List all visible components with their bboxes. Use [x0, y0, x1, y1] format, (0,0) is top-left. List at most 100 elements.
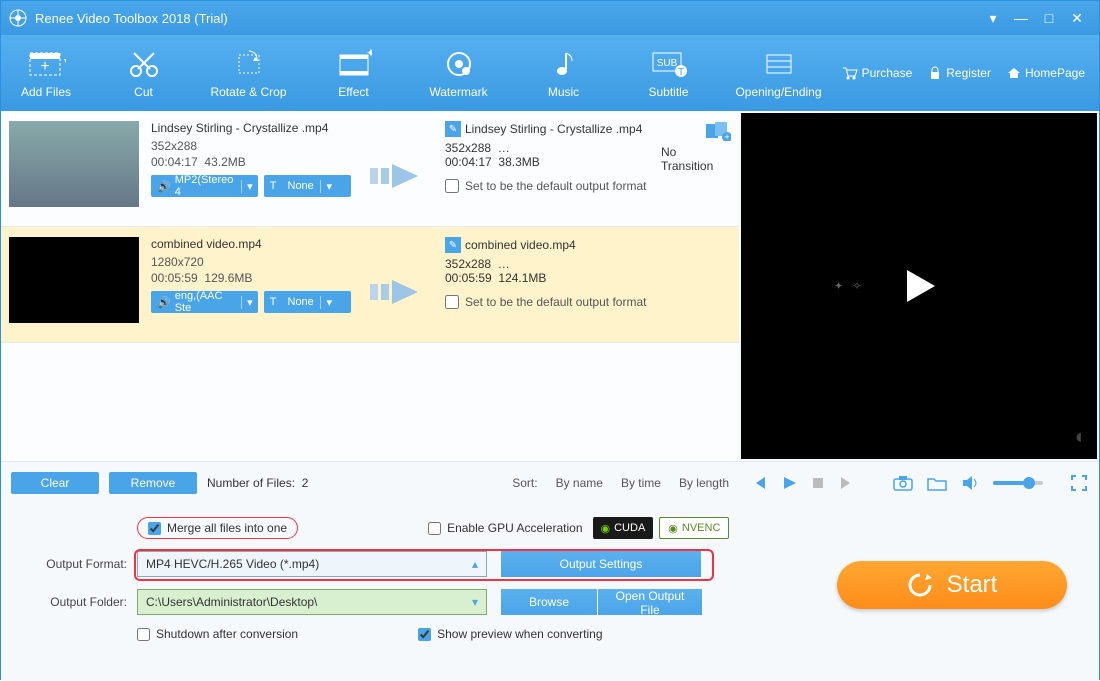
edit-icon[interactable]: ✎: [445, 237, 461, 253]
tool-watermark[interactable]: Watermark: [406, 47, 511, 99]
sort-by-name[interactable]: By name: [556, 476, 603, 490]
open-output-button[interactable]: Open Output File: [598, 589, 702, 615]
t-icon: T: [270, 296, 277, 308]
gpu-accel-label: Enable GPU Acceleration: [447, 521, 582, 535]
audio-tag[interactable]: 🔊MP2(Stereo 4▾: [151, 175, 258, 197]
minimize-icon[interactable]: —: [1007, 8, 1035, 28]
file-count-label: Number of Files: 2: [207, 476, 308, 490]
input-info: combined video.mp4 1280x720 00:05:59 129…: [151, 233, 351, 336]
output-resolution: 352x288: [445, 141, 491, 155]
show-preview-checkbox[interactable]: [418, 628, 431, 641]
merge-files-checkbox[interactable]: [148, 522, 161, 535]
start-button[interactable]: Start: [837, 561, 1067, 609]
refresh-icon: [907, 572, 933, 598]
output-format-combo[interactable]: MP4 HEVC/H.265 Video (*.mp4) ▴: [137, 551, 487, 577]
shutdown-label: Shutdown after conversion: [156, 627, 298, 641]
tool-music[interactable]: Music: [511, 47, 616, 99]
browse-button[interactable]: Browse: [501, 589, 597, 615]
gpu-accel-checkbox[interactable]: [428, 522, 441, 535]
output-info: ✎Lindsey Stirling - Crystallize .mp4 352…: [445, 117, 655, 220]
purchase-link[interactable]: Purchase: [842, 66, 913, 80]
tool-add-files[interactable]: + Add Files: [1, 47, 91, 99]
tool-label: Add Files: [21, 85, 71, 99]
default-format-label: Set to be the default output format: [465, 295, 646, 309]
chevron-down-icon: ▾: [320, 180, 338, 193]
sort-label: Sort:: [512, 476, 537, 490]
tool-cut[interactable]: Cut: [91, 47, 196, 99]
tool-label: Cut: [134, 85, 153, 99]
file-row[interactable]: combined video.mp4 1280x720 00:05:59 129…: [1, 227, 739, 343]
t-icon: T: [270, 180, 277, 192]
shutdown-checkbox[interactable]: [137, 628, 150, 641]
tool-label: Opening/Ending: [735, 85, 821, 99]
sort-by-time[interactable]: By time: [621, 476, 661, 490]
list-controls: Clear Remove Number of Files: 2 Sort: By…: [1, 461, 739, 503]
watermark-badge-icon: ◐: [1075, 426, 1087, 449]
default-format-checkbox[interactable]: [445, 179, 459, 193]
maximize-icon[interactable]: □: [1035, 8, 1063, 28]
input-resolution: 352x288: [151, 139, 351, 153]
volume-slider[interactable]: [993, 481, 1043, 485]
folder-open-icon[interactable]: [927, 475, 947, 491]
subtitle-tag[interactable]: T None▾: [264, 175, 351, 197]
fullscreen-icon[interactable]: [1071, 475, 1087, 491]
effect-icon: ✦: [334, 47, 374, 81]
close-icon[interactable]: ✕: [1063, 8, 1091, 28]
volume-icon[interactable]: [961, 475, 979, 491]
output-time-size: 00:04:17 38.3MB: [445, 155, 655, 169]
remove-button[interactable]: Remove: [109, 472, 197, 494]
output-filename: combined video.mp4: [465, 238, 576, 252]
input-filename: Lindsey Stirling - Crystallize .mp4: [151, 121, 351, 135]
input-filename: combined video.mp4: [151, 237, 351, 251]
more-icon[interactable]: …: [498, 141, 510, 155]
settings-dropdown-icon[interactable]: ▾: [979, 8, 1007, 28]
stop-icon[interactable]: [811, 476, 825, 490]
conversion-arrow-icon: [357, 117, 439, 220]
output-folder-value: C:\Users\Administrator\Desktop\: [146, 595, 317, 609]
tool-label: Music: [548, 85, 579, 99]
register-label: Register: [946, 66, 991, 80]
tool-label: Effect: [338, 85, 368, 99]
output-settings-button[interactable]: Output Settings: [501, 551, 701, 577]
tool-label: Subtitle: [648, 85, 688, 99]
audio-tag[interactable]: 🔊eng,(AAC Ste▾: [151, 291, 258, 313]
next-icon[interactable]: [839, 475, 855, 491]
transition-icon[interactable]: +: [705, 121, 731, 141]
clear-button[interactable]: Clear: [11, 472, 99, 494]
sort-by-length[interactable]: By length: [679, 476, 729, 490]
lock-icon: [928, 66, 942, 80]
snapshot-icon[interactable]: [893, 475, 913, 491]
speaker-icon: 🔊: [157, 296, 171, 309]
home-icon: [1007, 66, 1021, 80]
conversion-arrow-icon: [357, 233, 439, 336]
tool-effect[interactable]: ✦ Effect: [301, 47, 406, 99]
more-icon[interactable]: …: [498, 257, 510, 271]
tool-rotate-crop[interactable]: Rotate & Crop: [196, 47, 301, 99]
input-time-size: 00:05:59 129.6MB: [151, 271, 351, 285]
subtitle-tag[interactable]: T None▾: [264, 291, 351, 313]
tool-label: Rotate & Crop: [210, 85, 286, 99]
play-icon[interactable]: [781, 475, 797, 491]
chevron-down-icon: ▾: [241, 296, 258, 309]
output-folder-combo[interactable]: C:\Users\Administrator\Desktop\ ▾: [137, 589, 487, 615]
svg-text:+: +: [40, 58, 49, 75]
play-overlay-icon[interactable]: [897, 264, 941, 308]
thumbnail: [9, 237, 139, 323]
file-row[interactable]: Lindsey Stirling - Crystallize .mp4 352x…: [1, 111, 739, 227]
sort-options: Sort: By name By time By length: [512, 476, 729, 490]
register-link[interactable]: Register: [928, 66, 991, 80]
prev-icon[interactable]: [751, 475, 767, 491]
default-format-checkbox[interactable]: [445, 295, 459, 309]
output-info: ✎combined video.mp4 352x288 … 00:05:59 1…: [445, 233, 655, 336]
svg-text:+: +: [724, 132, 729, 141]
homepage-link[interactable]: HomePage: [1007, 66, 1085, 80]
transition-col: [661, 233, 731, 336]
music-icon: [544, 47, 584, 81]
tool-opening-ending[interactable]: Opening/Ending: [721, 47, 836, 99]
edit-icon[interactable]: ✎: [445, 121, 461, 137]
video-preview[interactable]: ✦ ✧ ◐: [741, 113, 1097, 459]
tool-subtitle[interactable]: SUBT Subtitle: [616, 47, 721, 99]
show-preview-label: Show preview when converting: [437, 627, 602, 641]
output-time-size: 00:05:59 124.1MB: [445, 271, 655, 285]
bottom-panel: Merge all files into one Enable GPU Acce…: [1, 503, 1099, 681]
